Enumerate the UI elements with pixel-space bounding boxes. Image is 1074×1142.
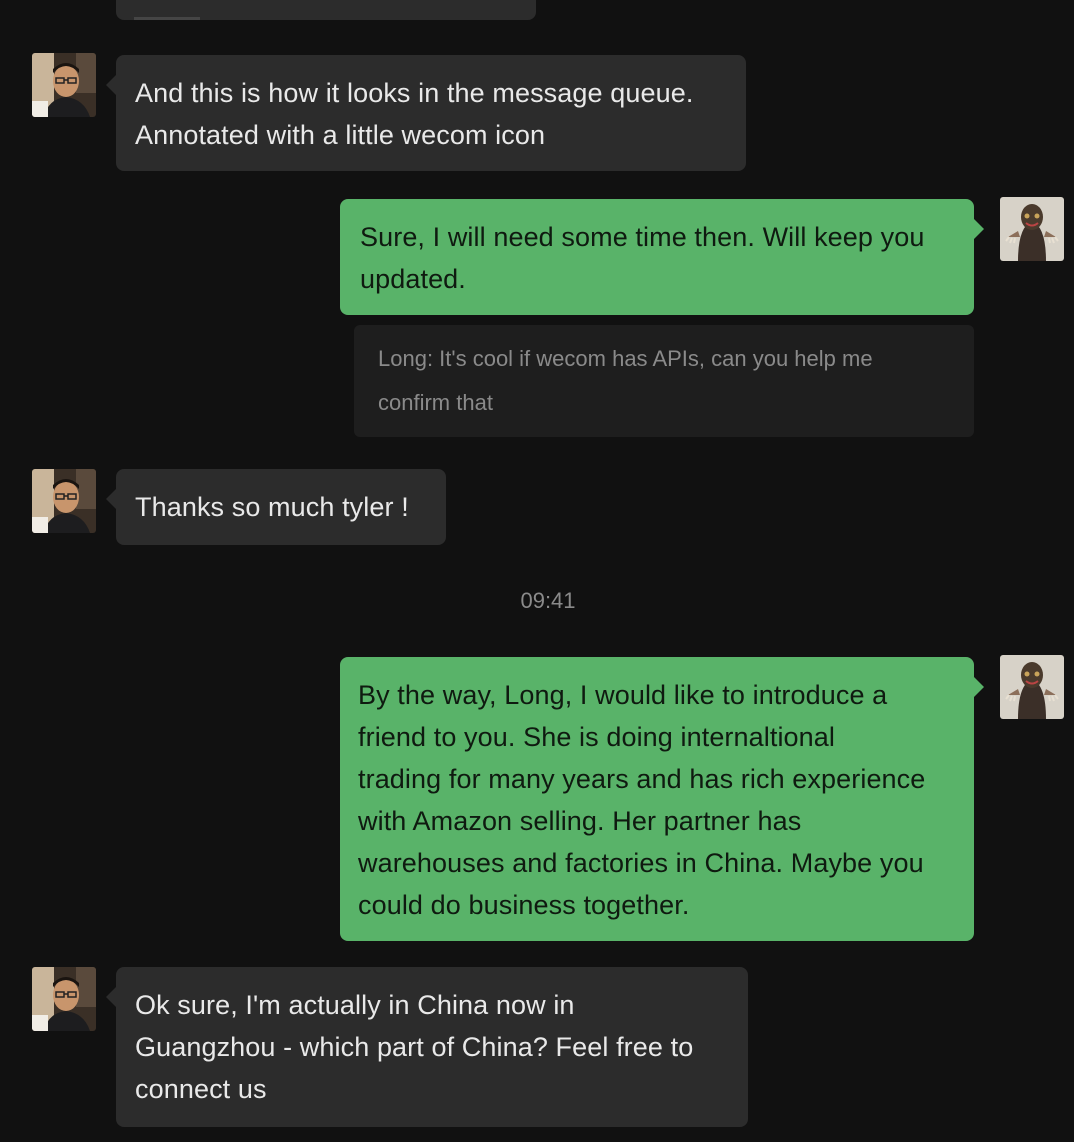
avatar-me[interactable] [1000, 197, 1064, 261]
profile-photo-mask-figure-icon [1000, 197, 1064, 261]
profile-photo-man-glasses-icon [32, 469, 96, 533]
avatar-long[interactable] [32, 967, 96, 1031]
message-bubble-outgoing[interactable]: Sure, I will need some time then. Will k… [340, 199, 984, 315]
profile-photo-mask-figure-icon [1000, 655, 1064, 719]
profile-photo-man-glasses-icon [32, 967, 96, 1031]
message-bubble-incoming[interactable]: And this is how it looks in the message … [106, 55, 746, 171]
quoted-message[interactable]: Long: It's cool if wecom has APIs, can y… [354, 325, 974, 437]
message-bubble-outgoing[interactable]: By the way, Long, I would like to introd… [340, 657, 984, 941]
chat-message-list[interactable]: And this is how it looks in the message … [0, 0, 1074, 1142]
profile-photo-man-glasses-icon [32, 53, 96, 117]
avatar-long[interactable] [32, 53, 96, 117]
attachment-bar [134, 17, 200, 20]
timestamp-divider: 09:41 [520, 588, 576, 613]
avatar-long[interactable] [32, 469, 96, 533]
message-bubble-incoming[interactable]: Thanks so much tyler ! [106, 469, 446, 545]
message-bubble-incoming[interactable]: Ok sure, I'm actually in China now in Gu… [106, 967, 748, 1127]
avatar-me[interactable] [1000, 655, 1064, 719]
message-bubble-partial[interactable] [116, 0, 536, 20]
